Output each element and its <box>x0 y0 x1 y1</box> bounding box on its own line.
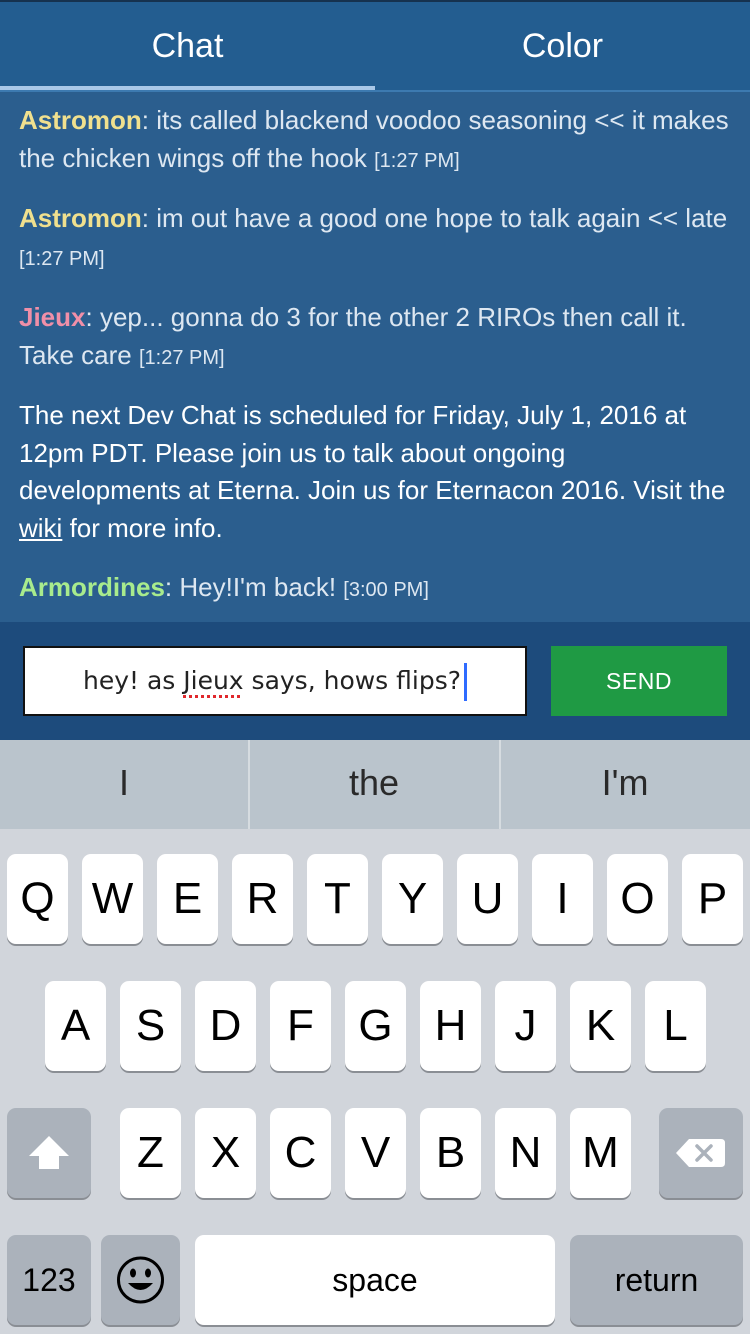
key-q[interactable]: Q <box>7 854 68 944</box>
key-f[interactable]: F <box>270 981 331 1071</box>
key-v[interactable]: V <box>345 1108 406 1198</box>
suggestion-3[interactable]: I'm <box>501 740 749 829</box>
misspelled-word[interactable]: Jieux <box>183 666 243 695</box>
key-z[interactable]: Z <box>120 1108 181 1198</box>
message-username[interactable]: Astromon <box>19 203 142 233</box>
key-a[interactable]: A <box>45 981 106 1071</box>
message-timestamp: [1:27 PM] <box>138 346 225 369</box>
suggestion-2[interactable]: the <box>250 740 498 829</box>
tab-bar: Chat Color <box>0 0 750 92</box>
tab-color[interactable]: Color <box>375 2 750 92</box>
shift-icon <box>29 1136 69 1169</box>
message-separator: : <box>164 572 180 602</box>
message-compose-bar: hey! as Jieux says, hows flips? SEND <box>0 622 750 740</box>
key-j[interactable]: J <box>495 981 556 1071</box>
message-username[interactable]: Astromon <box>19 105 142 135</box>
key-x[interactable]: X <box>195 1108 256 1198</box>
space-key[interactable]: space <box>195 1235 555 1325</box>
message-text: Hey!I'm back! <box>179 572 337 602</box>
chat-log[interactable]: Astromon: its called blackend voodoo sea… <box>0 92 750 622</box>
backspace-icon <box>676 1139 725 1167</box>
key-s[interactable]: S <box>120 981 181 1071</box>
chat-message: Jieux: yep... gonna do 3 for the other 2… <box>19 299 731 377</box>
key-i[interactable]: I <box>532 854 593 944</box>
key-k[interactable]: K <box>570 981 631 1071</box>
key-b[interactable]: B <box>420 1108 481 1198</box>
input-text: says, hows flips? <box>243 666 462 695</box>
send-button[interactable]: SEND <box>551 646 727 716</box>
key-d[interactable]: D <box>195 981 256 1071</box>
delete-key[interactable] <box>659 1108 743 1198</box>
text-caret <box>464 663 468 701</box>
key-m[interactable]: M <box>570 1108 631 1198</box>
emoji-key[interactable] <box>101 1235 180 1325</box>
input-text: hey! as <box>82 666 184 695</box>
numbers-key[interactable]: 123 <box>7 1235 91 1325</box>
emoji-icon <box>117 1256 164 1304</box>
message-separator: : <box>141 105 157 135</box>
key-t[interactable]: T <box>307 854 368 944</box>
return-key[interactable]: return <box>570 1235 743 1325</box>
keyboard: Q W E R T Y U I O P A S D F G H J K L Z … <box>0 829 750 1334</box>
key-r[interactable]: R <box>232 854 293 944</box>
key-n[interactable]: N <box>495 1108 556 1198</box>
chat-message: Astromon: im out have a good one hope to… <box>19 200 731 278</box>
announcement-text-end: for more info. <box>62 512 223 543</box>
announcement-text: The next Dev Chat is scheduled for Frida… <box>19 400 726 505</box>
key-w[interactable]: W <box>82 854 143 944</box>
announcement-message: The next Dev Chat is scheduled for Frida… <box>19 397 731 547</box>
key-h[interactable]: H <box>420 981 481 1071</box>
key-g[interactable]: G <box>345 981 406 1071</box>
key-e[interactable]: E <box>157 854 218 944</box>
message-username[interactable]: Jieux <box>19 302 86 332</box>
message-timestamp: [1:27 PM] <box>19 247 105 270</box>
tab-chat[interactable]: Chat <box>0 2 375 92</box>
wiki-link[interactable]: wiki <box>19 513 62 543</box>
key-c[interactable]: C <box>270 1108 331 1198</box>
chat-message: Astromon: its called blackend voodoo sea… <box>19 102 731 180</box>
key-u[interactable]: U <box>457 854 518 944</box>
key-o[interactable]: O <box>607 854 668 944</box>
message-timestamp: [3:00 PM] <box>343 579 429 601</box>
message-username[interactable]: Armordines <box>19 572 165 602</box>
key-l[interactable]: L <box>645 981 706 1071</box>
message-separator: : <box>85 302 100 332</box>
chat-message: Armordines: Hey!I'm back! [3:00 PM] <box>19 569 731 610</box>
message-timestamp: [1:27 PM] <box>374 149 460 172</box>
key-p[interactable]: P <box>682 854 743 944</box>
message-input[interactable]: hey! as Jieux says, hows flips? <box>23 646 527 716</box>
suggestion-1[interactable]: I <box>0 740 248 829</box>
key-y[interactable]: Y <box>382 854 443 944</box>
message-text: im out have a good one hope to talk agai… <box>156 203 728 233</box>
predictive-text-bar: I the I'm <box>0 740 750 829</box>
shift-key[interactable] <box>7 1108 91 1198</box>
message-separator: : <box>141 203 157 233</box>
message-text: yep... gonna do 3 for the other 2 RIROs … <box>19 302 687 370</box>
